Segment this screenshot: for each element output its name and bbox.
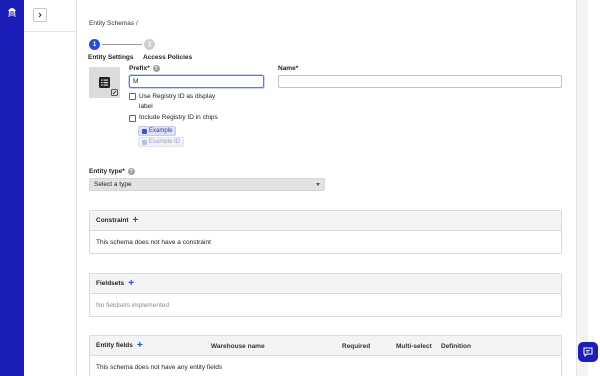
schema-icon-picker[interactable] [89, 67, 120, 98]
breadcrumb[interactable]: Entity Schemas / [89, 20, 138, 27]
name-label: Name* [278, 65, 298, 72]
example-chip-label: Example [149, 128, 173, 134]
add-constraint-icon[interactable]: + [133, 215, 139, 225]
caret-down-icon [316, 183, 320, 186]
step-1-label[interactable]: Entity Settings [88, 54, 134, 61]
entity-fields-panel: Entity fields + Warehouse name Required … [89, 335, 562, 376]
example-chip: Example [138, 126, 177, 136]
app-rail [0, 0, 24, 376]
include-registry-id-option[interactable]: Include Registry ID in chips [129, 114, 218, 122]
chevron-right-icon [38, 12, 42, 18]
entity-fields-empty-message: This schema does not have any entity fie… [96, 363, 223, 371]
step-connector [102, 44, 142, 45]
jellyfish-logo-icon[interactable] [7, 6, 17, 18]
chat-support-button[interactable] [578, 342, 598, 362]
add-fieldset-icon[interactable]: + [128, 278, 134, 288]
help-icon[interactable]: ? [127, 168, 135, 175]
use-registry-id-label[interactable]: Use Registry ID as display label [139, 92, 224, 112]
fieldsets-empty-message: No fieldsets implemented [96, 301, 169, 309]
step-2-label[interactable]: Access Policies [143, 54, 192, 61]
edit-icon[interactable] [111, 89, 118, 96]
fieldsets-header: Fieldsets + [90, 274, 561, 294]
example-id-chip: Example ID [138, 137, 185, 147]
example-id-chip-label: Example ID [149, 139, 181, 145]
chat-icon [583, 347, 593, 357]
column-header-required: Required [342, 343, 371, 350]
column-header-definition: Definition [441, 343, 471, 350]
constraint-title: Constraint [96, 217, 129, 224]
prefix-input[interactable]: M [129, 75, 264, 88]
use-registry-id-checkbox[interactable] [129, 92, 136, 100]
main-content: Entity Schemas / 1 2 Entity Settings Acc… [78, 0, 588, 376]
entity-fields-header: Entity fields + Warehouse name Required … [90, 336, 561, 356]
entity-type-label-text: Entity type* [89, 168, 125, 175]
prefix-label: Prefix* ? [129, 65, 160, 72]
help-icon[interactable]: ? [152, 65, 160, 72]
step-1-indicator[interactable]: 1 [89, 39, 100, 50]
constraint-empty-message: This schema does not have a constraint [96, 238, 211, 246]
include-registry-id-checkbox[interactable] [129, 114, 136, 122]
constraint-panel: Constraint + This schema does not have a… [89, 210, 562, 254]
page-scrollbar[interactable] [576, 0, 588, 376]
chip-square-icon [142, 128, 147, 134]
entity-fields-title: Entity fields [96, 342, 133, 349]
column-header-multi-select: Multi-select [396, 343, 432, 350]
expand-sidebar-button[interactable] [33, 8, 47, 22]
entity-type-label: Entity type* ? [89, 168, 135, 175]
fieldsets-panel: Fieldsets + No fieldsets implemented [89, 273, 562, 317]
include-registry-id-label[interactable]: Include Registry ID in chips [139, 114, 218, 121]
fieldsets-title: Fieldsets [96, 280, 125, 287]
use-registry-id-option[interactable]: Use Registry ID as display label [129, 92, 224, 112]
column-header-warehouse-name: Warehouse name [211, 343, 265, 350]
add-entity-field-icon[interactable]: + [137, 340, 143, 350]
chip-square-icon [142, 139, 147, 145]
collapsed-sidebar [24, 0, 77, 376]
entity-type-select[interactable]: Select a type [89, 178, 325, 191]
entity-type-value: Select a type [94, 181, 132, 188]
stepper: 1 2 Entity Settings Access Policies [88, 39, 209, 63]
name-input[interactable] [278, 75, 562, 88]
constraint-header: Constraint + [90, 211, 561, 231]
step-2-indicator[interactable]: 2 [144, 39, 155, 50]
list-icon [99, 77, 110, 88]
prefix-label-text: Prefix* [129, 65, 150, 72]
name-label-text: Name* [278, 65, 299, 72]
sidebar-header [24, 0, 77, 32]
